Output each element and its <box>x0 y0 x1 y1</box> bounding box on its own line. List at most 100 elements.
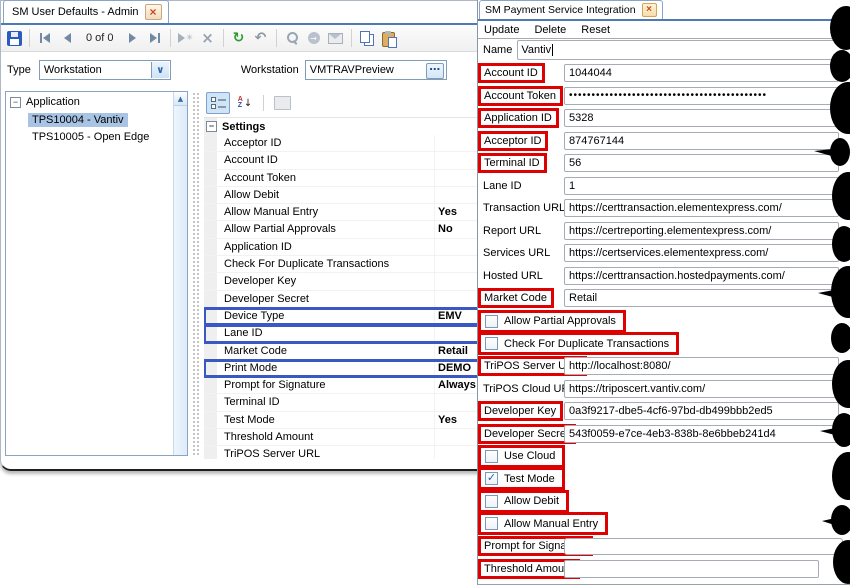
grid-row[interactable]: TriPOS Server URL <box>204 446 480 459</box>
field-input[interactable] <box>564 425 839 443</box>
tree-item[interactable]: TPS10004 - Vantiv <box>28 113 128 127</box>
ellipsis-button[interactable]: … <box>426 63 444 79</box>
tree-root-node[interactable]: − Application <box>6 92 187 110</box>
form-row: ✓ Test Mode <box>478 470 850 488</box>
field-input[interactable] <box>564 267 839 285</box>
form-row: Terminal ID <box>478 154 850 172</box>
field-label: Application ID <box>478 108 559 128</box>
field-label-wrap: Hosted URL <box>478 270 564 282</box>
field-input[interactable] <box>564 132 839 150</box>
first-record-button[interactable] <box>36 28 54 48</box>
paste-button[interactable] <box>380 28 398 48</box>
grid-row-name: Threshold Amount <box>204 429 434 445</box>
go-button[interactable]: → <box>305 28 323 48</box>
grid-row[interactable]: Developer Key <box>204 273 480 290</box>
menu-item-delete[interactable]: Delete <box>534 24 566 36</box>
tab-close-icon[interactable]: × <box>145 4 162 20</box>
grid-row-name: Device Type <box>204 308 434 324</box>
tab-user-defaults-admin[interactable]: SM User Defaults - Admin × <box>3 0 169 23</box>
tree-scrollbar[interactable]: ▲ <box>173 92 187 455</box>
checkbox[interactable] <box>485 450 498 463</box>
property-pages-icon <box>274 96 291 110</box>
field-input[interactable] <box>564 87 839 105</box>
grid-row[interactable]: Account Token <box>204 170 480 187</box>
previous-record-button[interactable] <box>58 28 76 48</box>
checkbox-checked[interactable]: ✓ <box>485 472 498 485</box>
tab-payment-service-integration[interactable]: SM Payment Service Integration × <box>479 0 663 19</box>
field-input[interactable] <box>564 64 839 82</box>
tab-close-icon[interactable]: × <box>642 3 657 17</box>
collapse-icon[interactable]: − <box>10 97 21 108</box>
menu-item-update[interactable]: Update <box>484 24 519 36</box>
grid-row[interactable]: Acceptor ID <box>204 135 480 152</box>
checkbox[interactable] <box>485 517 498 530</box>
field-input[interactable] <box>564 109 839 127</box>
checkbox[interactable] <box>485 315 498 328</box>
name-input[interactable]: Vantiv <box>517 40 844 60</box>
copy-button[interactable] <box>358 28 376 48</box>
grid-row[interactable]: Market CodeRetail <box>204 343 480 360</box>
checkbox-label: Test Mode <box>504 473 555 485</box>
new-record-button[interactable]: ✳ <box>177 28 195 48</box>
grid-row[interactable]: Test ModeYes <box>204 412 480 429</box>
copy-icon <box>360 31 374 45</box>
form-row: Report URL <box>478 222 850 240</box>
scroll-up-icon[interactable]: ▲ <box>174 92 187 106</box>
grid-row[interactable]: Check For Duplicate Transactions <box>204 256 480 273</box>
property-pages-button[interactable] <box>270 92 294 114</box>
grid-row[interactable]: Prompt for SignatureAlways <box>204 377 480 394</box>
field-input[interactable] <box>564 402 839 420</box>
checkbox[interactable] <box>485 495 498 508</box>
grid-row[interactable]: Allow Debit <box>204 187 480 204</box>
field-input[interactable] <box>564 222 839 240</box>
grid-row[interactable]: Account ID <box>204 152 480 169</box>
field-input[interactable] <box>564 560 819 578</box>
field-input[interactable] <box>564 289 839 307</box>
field-input[interactable] <box>564 380 839 398</box>
field-input[interactable] <box>564 244 839 262</box>
field-input[interactable] <box>564 154 839 172</box>
grid-row-value: No <box>434 221 480 237</box>
red-annotation-box: Allow Partial Approvals <box>478 310 626 333</box>
grid-row[interactable]: Allow Partial ApprovalsNo <box>204 221 480 238</box>
grid-row[interactable]: Print ModeDEMO <box>204 360 480 377</box>
categorized-view-button[interactable] <box>206 92 230 114</box>
alphabetical-sort-button[interactable]: AZ↓ <box>233 92 257 114</box>
grid-row[interactable]: Threshold Amount <box>204 429 480 446</box>
email-button[interactable] <box>327 28 345 48</box>
delete-record-button[interactable]: × <box>199 28 217 48</box>
last-record-button[interactable] <box>146 28 164 48</box>
grid-row[interactable]: Lane ID <box>204 325 480 342</box>
save-button[interactable] <box>5 28 23 48</box>
envelope-icon <box>328 33 343 44</box>
field-label: Lane ID <box>478 180 522 192</box>
grid-row[interactable]: Developer Secret <box>204 291 480 308</box>
field-input[interactable] <box>564 199 839 217</box>
type-dropdown[interactable]: Workstation ∨ <box>39 60 171 80</box>
panel-splitter[interactable] <box>191 91 200 456</box>
grid-row[interactable]: Application ID <box>204 239 480 256</box>
collapse-icon[interactable]: − <box>206 121 217 132</box>
refresh-button[interactable]: ↻ <box>230 28 248 48</box>
next-record-button[interactable] <box>124 28 142 48</box>
grid-category-row[interactable]: − Settings <box>204 118 480 135</box>
undo-button[interactable]: ↶ <box>252 28 270 48</box>
previous-record-icon <box>64 33 71 43</box>
grid-row[interactable]: Device TypeEMV <box>204 308 480 325</box>
red-annotation-box: Account Token <box>478 86 564 106</box>
field-input[interactable] <box>564 357 839 375</box>
print-preview-button[interactable] <box>283 28 301 48</box>
next-record-icon <box>129 33 136 43</box>
grid-row-name: Allow Partial Approvals <box>204 221 434 237</box>
field-input[interactable] <box>564 177 839 195</box>
grid-row[interactable]: Terminal ID <box>204 394 480 411</box>
signature-dropdown[interactable] <box>564 538 843 555</box>
chevron-down-icon[interactable]: ∨ <box>151 62 169 78</box>
workstation-input[interactable]: VMTRAVPreview … <box>305 60 447 80</box>
menu-item-reset[interactable]: Reset <box>581 24 610 36</box>
grid-row-value <box>434 187 480 203</box>
checkbox[interactable] <box>485 337 498 350</box>
grid-row[interactable]: Allow Manual EntryYes <box>204 204 480 221</box>
menu-bar: Update Delete Reset <box>478 21 850 39</box>
tree-item[interactable]: TPS10005 - Open Edge <box>28 130 153 144</box>
